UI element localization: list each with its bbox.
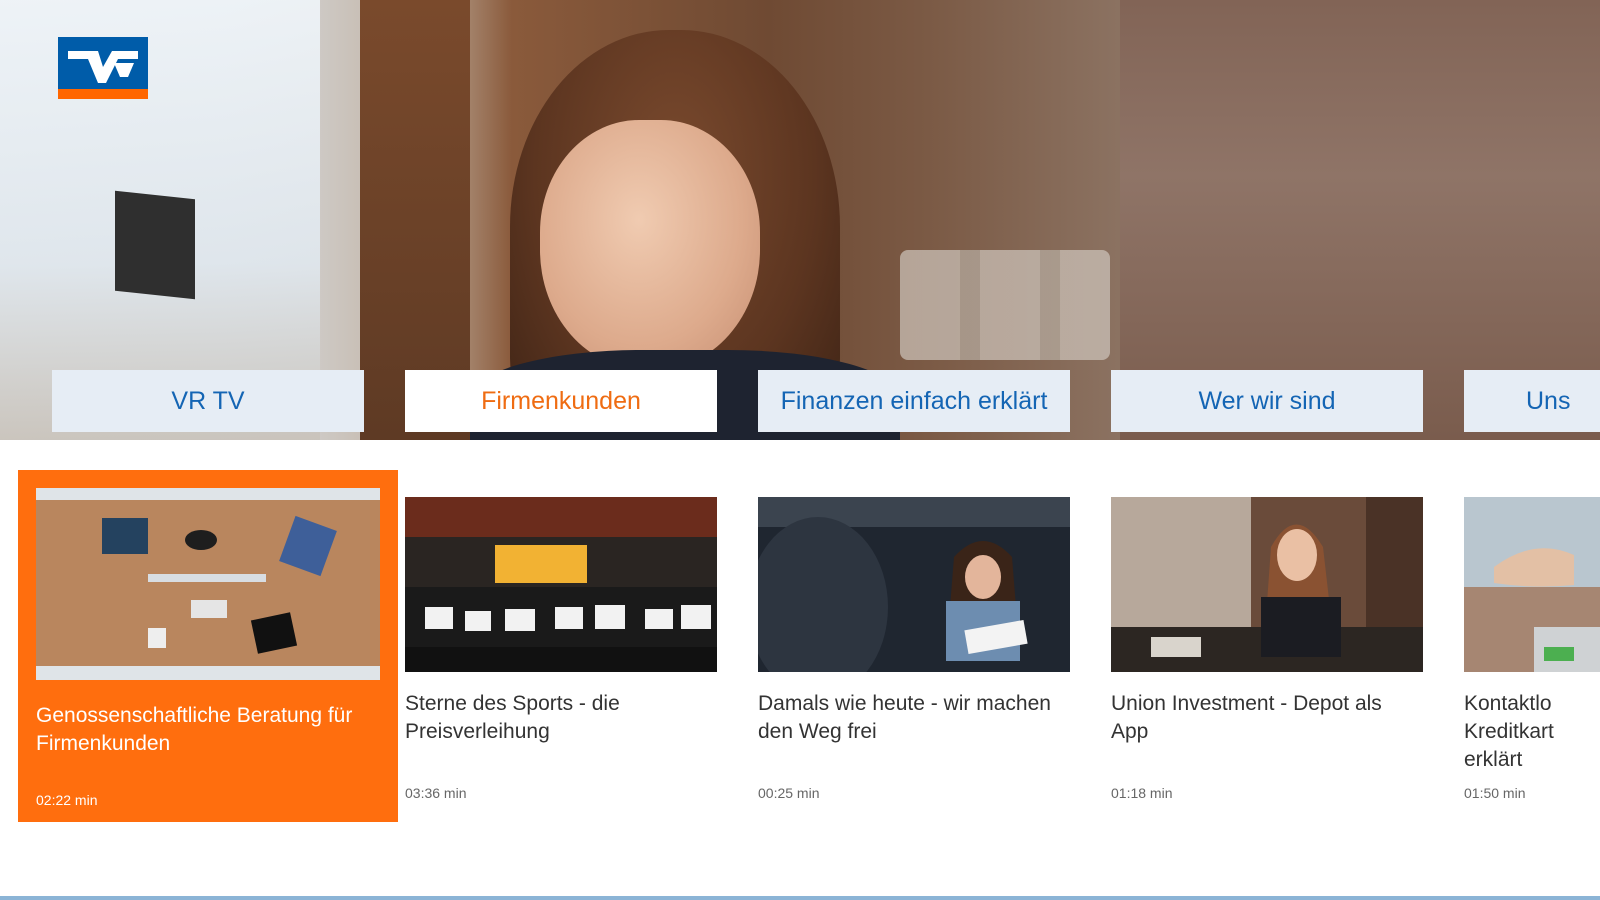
video-duration: 00:25 min: [758, 785, 820, 801]
video-tile[interactable]: Damals wie heute - wir machen den Weg fr…: [758, 497, 1070, 807]
video-title: Sterne des Sports - die Preisverleihung: [405, 692, 620, 743]
featured-video-duration: 02:22 min: [36, 792, 98, 808]
video-tile[interactable]: Sterne des Sports - die Preisverleihung …: [405, 497, 717, 807]
woman-reading-thumbnail: [758, 497, 1070, 672]
video-duration: 01:18 min: [1111, 785, 1173, 801]
featured-video-tile[interactable]: Genossenschaftliche Beratung für Firmenk…: [18, 470, 398, 822]
video-title: Damals wie heute - wir machen den Weg fr…: [758, 692, 1051, 743]
featured-video-title: Genossenschaftliche Beratung für Firmenk…: [36, 704, 353, 755]
video-title: Kontaktlo Kreditkart erklärt: [1464, 692, 1554, 771]
tab-uns[interactable]: Uns: [1464, 370, 1600, 432]
video-duration: 01:50 min: [1464, 785, 1526, 801]
award-ceremony-thumbnail: [405, 497, 717, 672]
bottom-divider: [0, 896, 1600, 900]
desk-overhead-thumbnail: [36, 488, 380, 680]
tab-finanzen-einfach-erklaert[interactable]: Finanzen einfach erklärt: [758, 370, 1070, 432]
video-duration: 03:36 min: [405, 785, 467, 801]
woman-cafe-thumbnail: [1111, 497, 1423, 672]
tab-firmenkunden[interactable]: Firmenkunden: [405, 370, 717, 432]
tab-wer-wir-sind[interactable]: Wer wir sind: [1111, 370, 1423, 432]
vr-logo: [58, 37, 148, 99]
video-tile[interactable]: Union Investment - Depot als App 01:18 m…: [1111, 497, 1423, 807]
video-title: Union Investment - Depot als App: [1111, 692, 1382, 743]
video-tile[interactable]: Kontaktlo Kreditkart erklärt 01:50 min: [1464, 497, 1600, 807]
card-payment-thumbnail: [1464, 497, 1600, 672]
tab-vr-tv[interactable]: VR TV: [52, 370, 364, 432]
